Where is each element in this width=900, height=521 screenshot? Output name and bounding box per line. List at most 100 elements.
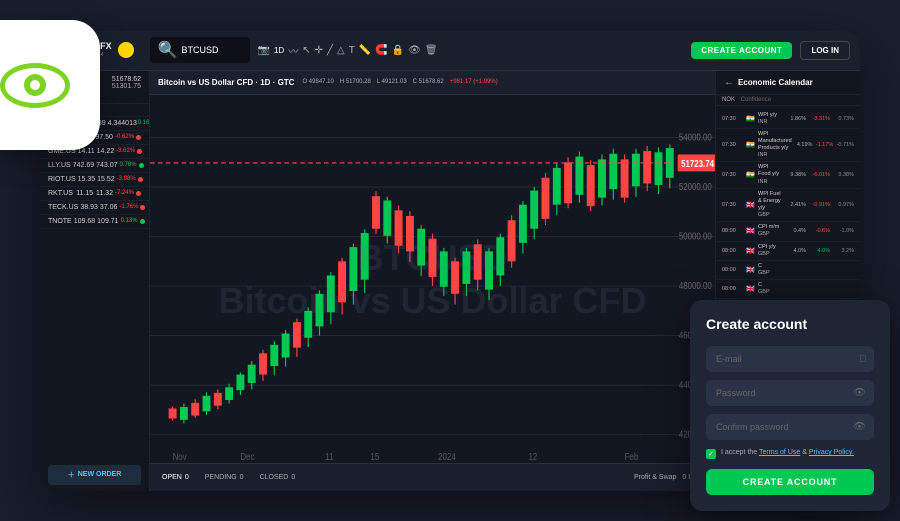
svg-text:Nov: Nov [173, 451, 188, 462]
modal-title: Create account [706, 316, 874, 332]
change-dot [140, 219, 145, 224]
instrument-riot: RIOT.US [48, 176, 76, 183]
btc-bid: 51678.62 [112, 76, 141, 83]
change-dot [137, 149, 142, 154]
search-input[interactable] [182, 45, 242, 55]
login-button[interactable]: LOG IN [800, 41, 850, 60]
list-item[interactable]: LLY.US 742.69 743.07 0.78% [40, 159, 149, 173]
closed-label: CLOSED [260, 474, 289, 481]
new-order-button[interactable]: ＋ NEW ORDER [48, 465, 141, 485]
camera-icon[interactable]: 📷 [258, 45, 270, 56]
privacy-policy-link[interactable]: Privacy Policy. [809, 449, 854, 456]
list-item[interactable]: RKT.US 11.15 11.32 -7.24% [40, 187, 149, 201]
svg-text:15: 15 [370, 451, 379, 462]
list-item[interactable]: RIOT.US 15.35 15.52 -3.08% [40, 173, 149, 187]
crosshair-icon[interactable]: ✛ [315, 45, 323, 56]
lock-icon[interactable]: 🔒 [392, 45, 404, 56]
open-count: 0 [185, 474, 189, 481]
profit-label: Profit & Swap [634, 474, 676, 481]
svg-text:50000.00: 50000.00 [679, 230, 712, 241]
instrument-lly: LLY.US [48, 162, 71, 169]
calendar-event-row: 08:00 🇬🇧 CPI y/yGBP 4.0% 4.0% 3.2% [716, 242, 860, 261]
open-label: OPEN [162, 474, 182, 481]
terms-text: I accept the Terms of Use & Privacy Poli… [721, 448, 854, 458]
terms-checkbox[interactable]: ✓ [706, 449, 716, 459]
ohlc-h: H 51700.28 [340, 79, 371, 85]
svg-text:52000.00: 52000.00 [679, 180, 712, 191]
change-dot [136, 191, 141, 196]
svg-text:48000.00: 48000.00 [679, 280, 712, 291]
timeframe-1d[interactable]: 1D [274, 46, 284, 55]
change-dot [136, 135, 141, 140]
calendar-event-row: 08:00 🇬🇧 CGBP [716, 280, 860, 299]
create-account-button[interactable]: CREATE ACCOUNT [691, 42, 792, 59]
create-account-modal: Create account □ 👁 👁 ✓ I accept the Term… [690, 300, 890, 511]
wave-icon[interactable]: 〰 [288, 43, 298, 58]
calendar-filter: NOK Confidence [716, 95, 860, 106]
chart-canvas[interactable]: BTCUSD Bitcoin vs US Dollar CFD [150, 95, 715, 463]
change-dot [140, 205, 145, 210]
instrument-rkt: RKT.US [48, 190, 73, 197]
tab-open[interactable]: OPEN 0 [162, 474, 189, 481]
instrument-teck: TECK.US [48, 204, 78, 211]
calendar-confidence-label: Confidence [741, 97, 771, 103]
tab-closed[interactable]: CLOSED 0 [260, 474, 296, 481]
svg-text:12: 12 [529, 451, 538, 462]
calendar-event-row: 07:30 🇮🇳 WPI Food y/yINR 9.38% -6.01% 9.… [716, 162, 860, 188]
text-icon[interactable]: T [349, 45, 355, 56]
confirm-password-field-container: 👁 [706, 414, 874, 440]
terms-of-use-link[interactable]: Terms of Use [759, 449, 800, 456]
chart-ohlc: O 49847.10 H 51700.28 L 49121.03 C 51678… [302, 79, 497, 85]
line-icon[interactable]: ╱ [327, 45, 333, 56]
flag-uk3: 🇬🇧 [746, 247, 756, 255]
calendar-event-row: 08:00 🇬🇧 CPI m/mGBP 0.4% -0.6% -1.0% [716, 222, 860, 241]
password-input[interactable] [706, 380, 874, 406]
svg-text:54000.00: 54000.00 [679, 131, 712, 142]
list-item[interactable]: TNOTE 109.68 109.71 0.13% [40, 215, 149, 229]
list-item[interactable]: TECK.US 38.93 37.06 -1.76% [40, 201, 149, 215]
change-dot [138, 177, 143, 182]
closed-count: 0 [291, 474, 295, 481]
flag-india3: 🇮🇳 [746, 171, 756, 179]
search-bar[interactable]: 🔍 [150, 37, 250, 63]
ohlc-o: O 49847.10 [302, 79, 333, 85]
calendar-event-row: 08:00 🇬🇧 CGBP [716, 261, 860, 280]
calendar-event-row: 07:30 🇮🇳 WPI y/yINR 1.86% -3.31% 0.73% [716, 110, 860, 129]
ohlc-c: C 51678.62 [413, 79, 444, 85]
terms-row: ✓ I accept the Terms of Use & Privacy Po… [706, 448, 874, 459]
svg-text:11: 11 [325, 451, 333, 462]
flag-uk4: 🇬🇧 [746, 266, 756, 274]
search-icon: 🔍 [158, 40, 178, 60]
confirm-password-input[interactable] [706, 414, 874, 440]
eye-icon[interactable]: 👁 [408, 45, 421, 56]
chart-area: Bitcoin vs US Dollar CFD · 1D · GTC O 49… [150, 71, 715, 491]
svg-text:Dec: Dec [240, 451, 255, 462]
flag-uk5: 🇬🇧 [746, 285, 756, 293]
chart-symbol: Bitcoin vs US Dollar CFD · 1D · GTC [158, 78, 294, 87]
shape-icon[interactable]: △ [337, 45, 345, 56]
back-arrow-icon[interactable]: ← [724, 77, 734, 88]
email-input[interactable] [706, 346, 874, 372]
magnet-icon[interactable]: 🧲 [375, 45, 387, 56]
svg-text:2024: 2024 [438, 451, 456, 462]
eye-logo [0, 63, 70, 108]
calendar-event-row: 07:30 🇮🇳 WPI Manufactured Products y/yIN… [716, 129, 860, 163]
flag-india2: 🇮🇳 [746, 141, 756, 149]
confirm-password-eye-icon[interactable]: 👁 [853, 422, 866, 433]
trash-icon[interactable]: 🗑 [425, 45, 438, 56]
create-account-modal-button[interactable]: CREATE ACCOUNT [706, 469, 874, 495]
ruler-icon[interactable]: 📏 [359, 45, 371, 56]
cursor-icon[interactable]: ↖ [302, 45, 310, 56]
svg-text:51723.74: 51723.74 [681, 158, 714, 169]
pending-count: 0 [240, 474, 244, 481]
flag-uk: 🇬🇧 [746, 201, 756, 209]
calendar-currency: NOK [722, 97, 735, 103]
chart-bottom-bar: OPEN 0 PENDING 0 CLOSED 0 Profit & Swap … [150, 463, 715, 491]
new-order-label: NEW ORDER [78, 471, 122, 478]
calendar-event-row: 07:30 🇬🇧 WPI Fuel & Energy y/yGBP 2.41% … [716, 189, 860, 223]
logo-badge [118, 42, 134, 58]
password-eye-icon[interactable]: 👁 [853, 388, 866, 399]
panel-title: Economic Calendar [738, 78, 813, 87]
chart-top-bar: Bitcoin vs US Dollar CFD · 1D · GTC O 49… [150, 71, 715, 95]
tab-pending[interactable]: PENDING 0 [205, 474, 244, 481]
